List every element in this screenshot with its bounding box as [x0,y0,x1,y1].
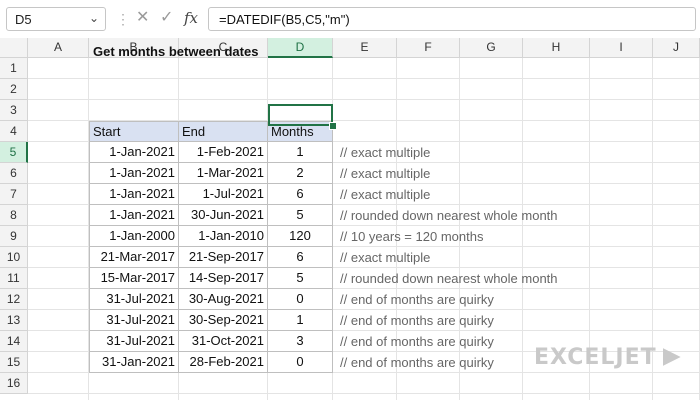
gridline-horizontal [28,393,700,394]
row-header-11[interactable]: 11 [0,268,28,289]
end-date-cell[interactable]: 1-Feb-2021 [179,142,268,163]
start-date-cell[interactable]: 1-Jan-2000 [89,226,179,247]
start-date-cell[interactable]: 1-Jan-2021 [89,163,179,184]
row-header-15[interactable]: 15 [0,352,28,373]
end-date-cell[interactable]: 30-Sep-2021 [179,310,268,331]
insert-function-icon[interactable]: fx [184,8,198,28]
formula-text: =DATEDIF(B5,C5,"m") [219,12,350,27]
comment-cell[interactable]: // exact multiple [340,247,430,268]
row-header-9[interactable]: 9 [0,226,28,247]
row-header-7[interactable]: 7 [0,184,28,205]
active-cell-selection [268,104,333,126]
column-header-g[interactable]: G [460,38,523,58]
row-header-12[interactable]: 12 [0,289,28,310]
gridline-horizontal [28,78,700,79]
end-date-cell[interactable]: 1-Jan-2010 [179,226,268,247]
end-date-cell[interactable]: 28-Feb-2021 [179,352,268,373]
name-box-value: D5 [15,12,32,27]
row-header-16[interactable]: 16 [0,373,28,394]
chevron-down-icon[interactable]: ⌄ [89,11,99,25]
name-box[interactable]: D5 ⌄ [6,7,106,31]
end-date-cell[interactable]: 21-Sep-2017 [179,247,268,268]
sheet-title: Get months between dates [93,44,259,59]
end-date-cell[interactable]: 31-Oct-2021 [179,331,268,352]
end-date-cell[interactable]: 14-Sep-2017 [179,268,268,289]
logo-text: EXCELJET [534,345,657,370]
comment-cell[interactable]: // end of months are quirky [340,331,494,352]
start-date-cell[interactable]: 1-Jan-2021 [89,184,179,205]
start-date-cell[interactable]: 31-Jul-2021 [89,310,179,331]
row-header-8[interactable]: 8 [0,205,28,226]
column-header-j[interactable]: J [653,38,700,58]
row-header-13[interactable]: 13 [0,310,28,331]
end-date-cell[interactable]: 30-Jun-2021 [179,205,268,226]
formula-bar: D5 ⌄ ⋮ ✕ ✓ fx =DATEDIF(B5,C5,"m") [0,0,700,39]
start-date-cell[interactable]: 15-Mar-2017 [89,268,179,289]
comment-cell[interactable]: // exact multiple [340,163,430,184]
column-header-e[interactable]: E [333,38,397,58]
formula-input[interactable]: =DATEDIF(B5,C5,"m") [208,7,696,31]
months-cell[interactable]: 1 [268,310,333,331]
row-header-14[interactable]: 14 [0,331,28,352]
comment-cell[interactable]: // exact multiple [340,184,430,205]
gridline-vertical [522,58,523,400]
comment-cell[interactable]: // 10 years = 120 months [340,226,483,247]
months-cell[interactable]: 1 [268,142,333,163]
months-cell[interactable]: 5 [268,268,333,289]
row-header-6[interactable]: 6 [0,163,28,184]
start-date-cell[interactable]: 1-Jan-2021 [89,142,179,163]
row-header-2[interactable]: 2 [0,79,28,100]
column-header-a[interactable]: A [28,38,89,58]
column-header-i[interactable]: I [590,38,653,58]
start-date-cell[interactable]: 31-Jan-2021 [89,352,179,373]
drag-handle-icon[interactable]: ⋮ [116,10,130,28]
months-cell[interactable]: 6 [268,184,333,205]
months-cell[interactable]: 0 [268,289,333,310]
months-cell[interactable]: 120 [268,226,333,247]
start-date-cell[interactable]: 31-Jul-2021 [89,331,179,352]
months-cell[interactable]: 2 [268,163,333,184]
comment-cell[interactable]: // exact multiple [340,142,430,163]
comment-cell[interactable]: // end of months are quirky [340,352,494,373]
select-all-corner[interactable] [0,38,28,58]
row-header-5[interactable]: 5 [0,142,28,163]
months-cell[interactable]: 3 [268,331,333,352]
gridline-horizontal [28,99,700,100]
end-date-cell[interactable]: 30-Aug-2021 [179,289,268,310]
logo-mark-icon [662,348,681,366]
start-date-cell[interactable]: 1-Jan-2021 [89,205,179,226]
months-cell[interactable]: 6 [268,247,333,268]
row-header-10[interactable]: 10 [0,247,28,268]
exceljet-logo: EXCELJET [534,345,681,370]
column-header-d[interactable]: D [268,38,333,58]
start-date-cell[interactable]: 21-Mar-2017 [89,247,179,268]
months-cell[interactable]: 5 [268,205,333,226]
column-header-f[interactable]: F [397,38,460,58]
start-date-cell[interactable]: 31-Jul-2021 [89,289,179,310]
end-date-cell[interactable]: 1-Jul-2021 [179,184,268,205]
row-header-3[interactable]: 3 [0,100,28,121]
comment-cell[interactable]: // rounded down nearest whole month [340,205,558,226]
comment-cell[interactable]: // rounded down nearest whole month [340,268,558,289]
enter-icon[interactable]: ✓ [160,8,173,28]
column-header-h[interactable]: H [523,38,590,58]
comment-cell[interactable]: // end of months are quirky [340,289,494,310]
table-header-end[interactable]: End [179,121,268,142]
comment-cell[interactable]: // end of months are quirky [340,310,494,331]
months-cell[interactable]: 0 [268,352,333,373]
table-header-start[interactable]: Start [89,121,179,142]
end-date-cell[interactable]: 1-Mar-2021 [179,163,268,184]
row-header-4[interactable]: 4 [0,121,28,142]
fill-handle[interactable] [329,122,337,130]
row-header-1[interactable]: 1 [0,58,28,79]
cancel-icon[interactable]: ✕ [136,8,149,28]
